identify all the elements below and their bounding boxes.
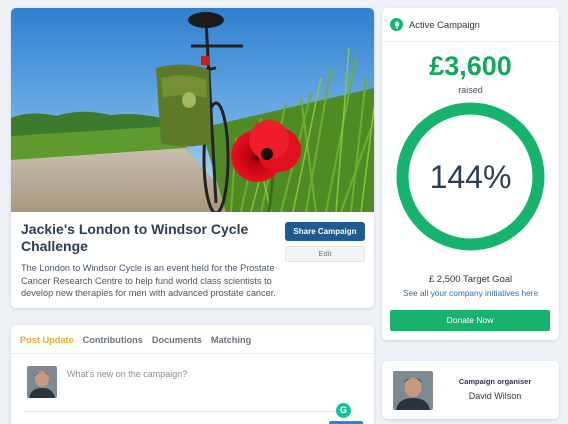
organiser-name: David Wilson — [468, 391, 522, 401]
tab-contributions[interactable]: Contributions — [83, 335, 143, 345]
header-divider — [382, 41, 559, 42]
raised-label: raised — [458, 85, 483, 95]
avatar — [27, 366, 57, 398]
avatar — [393, 371, 433, 410]
progress-percent: 144% — [430, 159, 512, 195]
post-update-card: Post Update Contributions Documents Matc… — [11, 325, 374, 424]
post-tabs: Post Update Contributions Documents Matc… — [20, 335, 251, 345]
campaign-hero-image — [11, 8, 374, 212]
raised-amount: £3,600 — [429, 51, 512, 81]
organiser-card: Campaign organiser David Wilson — [382, 361, 559, 419]
campaign-title: Jackie's London to Windsor Cycle Challen… — [21, 221, 249, 254]
rocket-icon — [390, 18, 403, 31]
share-campaign-button[interactable]: Share Campaign — [285, 222, 365, 241]
campaign-description: The London to Windsor Cycle is an event … — [21, 263, 276, 299]
grammarly-icon[interactable]: G — [336, 403, 351, 418]
edit-button[interactable]: Edit — [285, 246, 365, 262]
active-campaign-header: Active Campaign — [390, 18, 480, 31]
campaign-card: Jackie's London to Windsor Cycle Challen… — [11, 8, 374, 308]
tab-documents[interactable]: Documents — [152, 335, 202, 345]
organiser-label: Campaign organiser — [458, 377, 532, 386]
active-campaign-title: Active Campaign — [409, 19, 480, 30]
tabs-divider — [11, 353, 374, 354]
tab-post-update[interactable]: Post Update — [20, 335, 74, 345]
donate-now-button[interactable]: Donate Now — [390, 310, 550, 331]
progress-ring: 144% — [396, 102, 545, 251]
target-goal: £ 2,500 Target Goal — [428, 274, 513, 285]
post-update-input[interactable] — [67, 365, 347, 383]
input-underline — [25, 411, 340, 412]
tab-matching[interactable]: Matching — [211, 335, 251, 345]
active-campaign-card: Active Campaign £3,600 raised 144% £ 2,5… — [382, 8, 559, 340]
company-initiatives-link[interactable]: See all your company initiatives here — [382, 288, 559, 298]
